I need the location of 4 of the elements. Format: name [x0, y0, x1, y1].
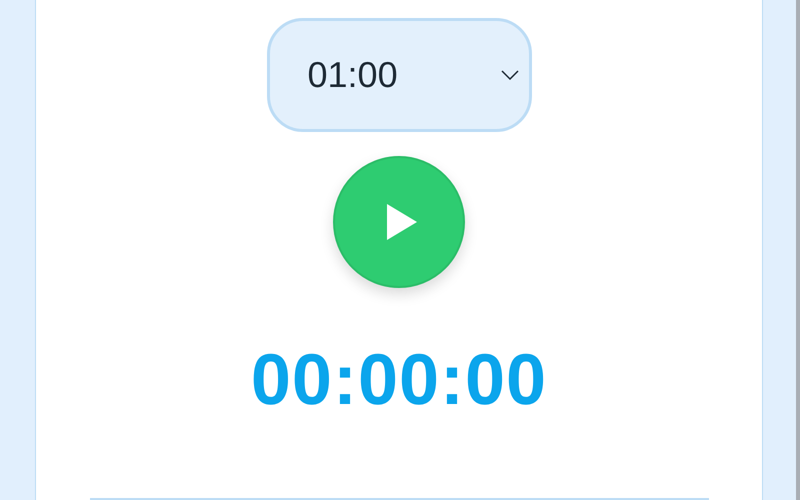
chevron-down-icon — [500, 70, 518, 80]
timer-display: 00:00:00 — [250, 344, 548, 416]
duration-dropdown[interactable]: 01:00 — [266, 18, 532, 132]
play-icon — [387, 204, 417, 240]
